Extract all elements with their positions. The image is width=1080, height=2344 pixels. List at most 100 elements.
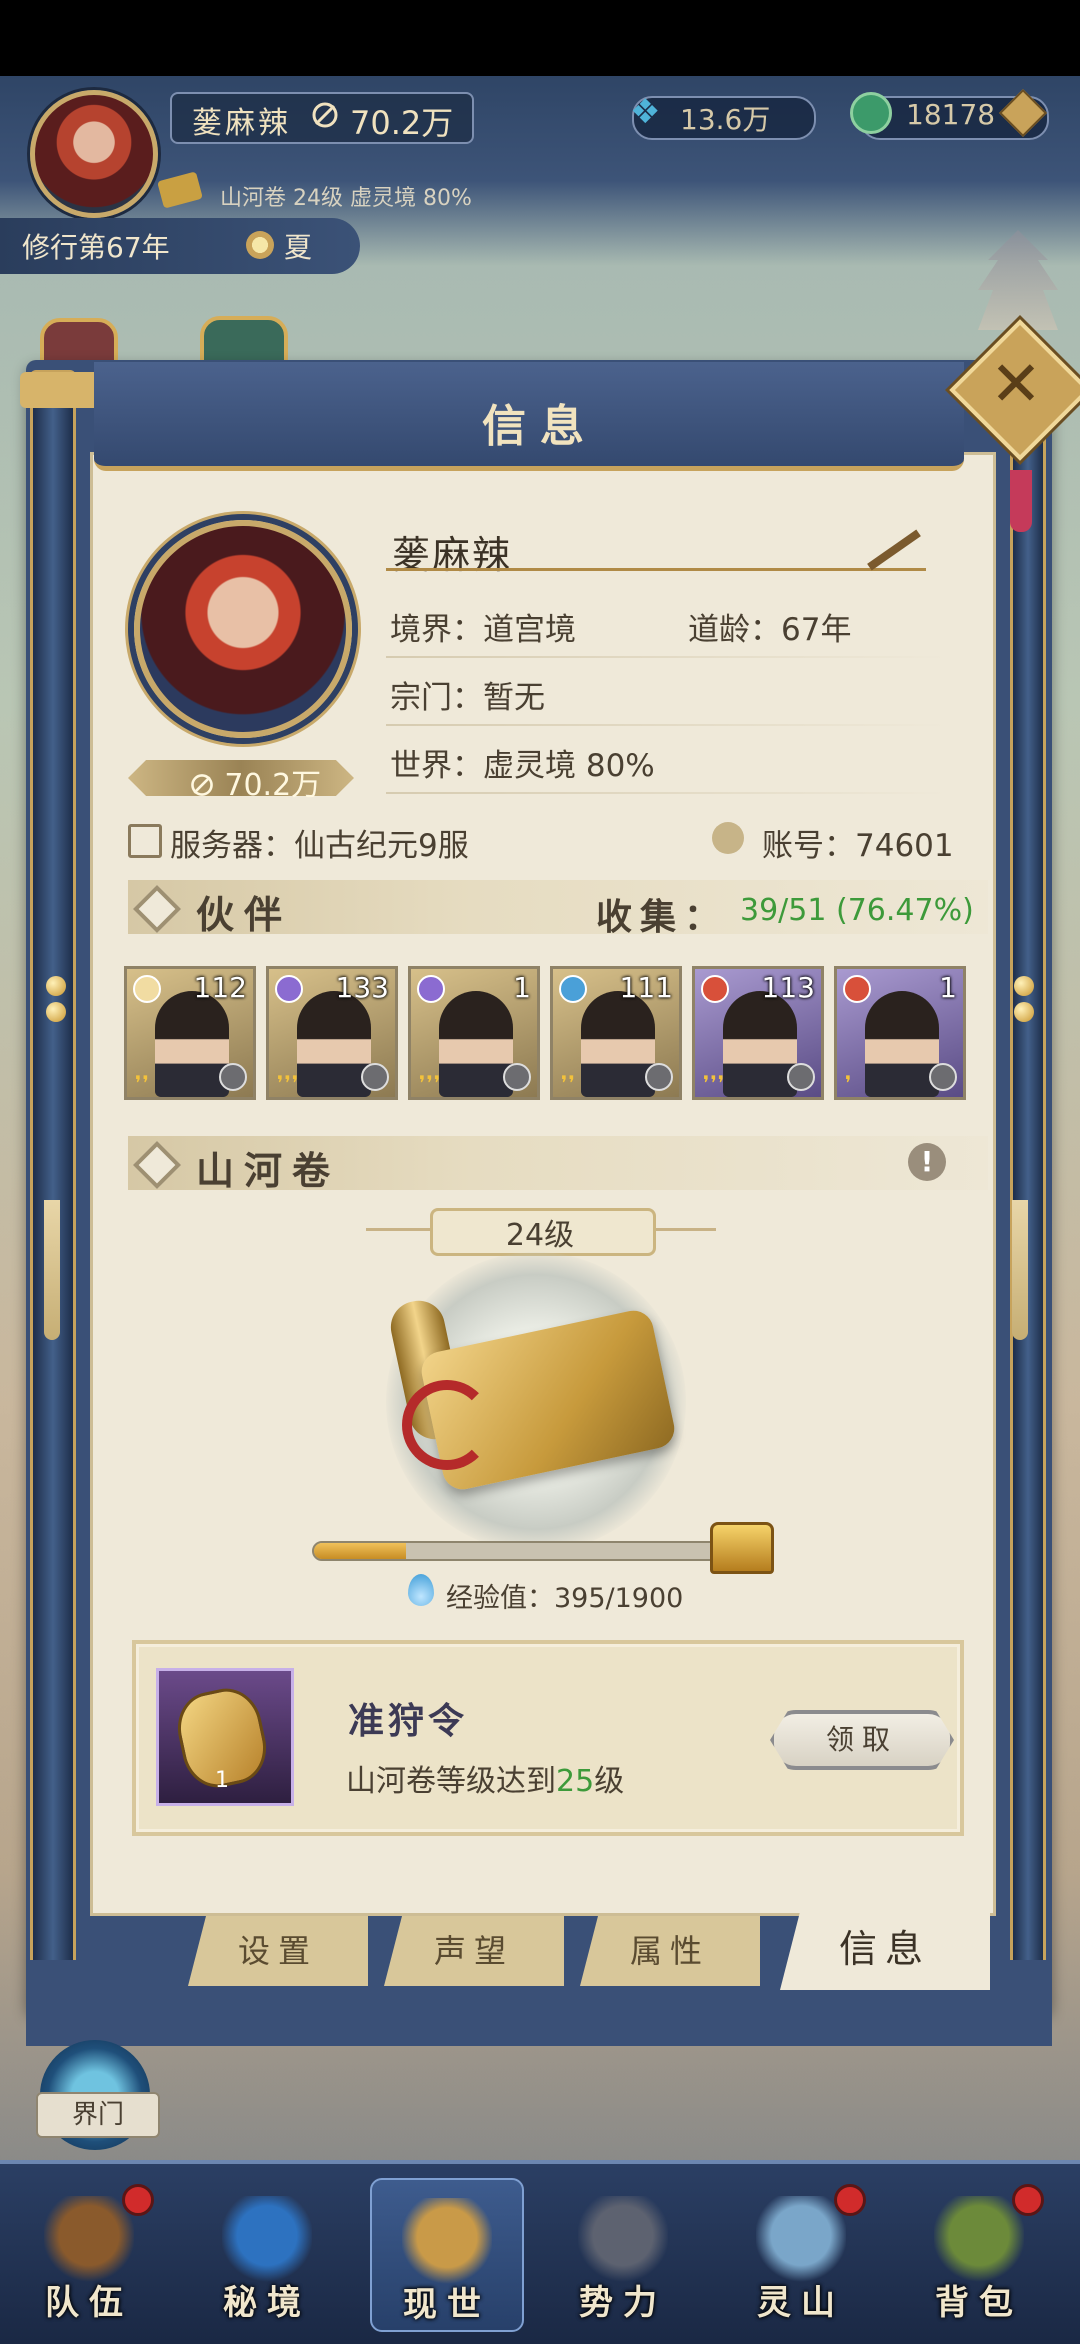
nav-item[interactable]: 队伍 [14, 2178, 164, 2328]
star-icon: ❜❜❜ [277, 1071, 300, 1095]
partner-portrait [723, 991, 797, 1097]
scroll-world-info: 山河卷 24级 虚灵境 80% [220, 186, 472, 211]
element-icon [701, 975, 729, 1003]
notification-dot [1012, 2184, 1044, 2216]
jade-value: 18178 [906, 98, 996, 131]
cultivation-year: 修行第67年 [22, 231, 170, 264]
partner-level: 112 [193, 971, 247, 1004]
name-underline [386, 562, 926, 571]
account-label: 账号：74601 [762, 828, 954, 864]
bead-ornament [1014, 976, 1034, 996]
spirit-stone-value: 13.6万 [680, 103, 771, 136]
bead-ornament [46, 976, 66, 996]
player-name: 蓌麻辣 [192, 106, 291, 141]
tab-reputation[interactable]: 声望 [384, 1916, 564, 1986]
nav-item[interactable]: 秘境 [192, 2178, 342, 2328]
profile-power: 70.2万 [160, 760, 350, 804]
star-icon: ❜❜❜ [419, 1071, 442, 1095]
element-icon [843, 975, 871, 1003]
partner-card[interactable]: 133 ❜❜❜ [266, 966, 398, 1100]
notification-dot [122, 2184, 154, 2216]
nav-art-icon [44, 2196, 134, 2284]
partner-card[interactable]: 113 ❜❜❜ [692, 966, 824, 1100]
scroll-rail-left [30, 370, 76, 1996]
nav-item[interactable]: 势力 [548, 2178, 698, 2328]
info-icon[interactable]: ! [908, 1143, 946, 1181]
nav-label: 背包 [935, 2283, 1023, 2323]
partner-card[interactable]: 1 ❜❜❜ [408, 966, 540, 1100]
partner-level: 133 [335, 971, 389, 1004]
partner-card[interactable]: 111 ❜❜ [550, 966, 682, 1100]
exp-label: 经验值：395/1900 [446, 1583, 684, 1614]
server-icon [128, 824, 162, 858]
power-icon [310, 100, 340, 130]
quest-reward-count: 1 [215, 1768, 229, 1793]
star-icon: ❜❜ [561, 1071, 576, 1095]
nav-art-icon [578, 2196, 668, 2284]
collect-value: 39/51 (76.47%) [740, 893, 974, 928]
partner-card[interactable]: 1 ❜ [834, 966, 966, 1100]
divider [386, 792, 946, 794]
quest-desc-prefix: 山河卷等级达到 [346, 1764, 556, 1799]
element-icon [275, 975, 303, 1003]
collect-label: 收集： [596, 896, 729, 938]
partners-title: 伙伴 [196, 892, 293, 937]
partner-level: 1 [939, 971, 957, 1004]
chest-icon[interactable] [710, 1522, 774, 1574]
nav-item[interactable]: 背包 [904, 2178, 1054, 2328]
divider [386, 724, 946, 726]
close-icon[interactable]: ✕ [980, 348, 1052, 420]
tab-attributes[interactable]: 属性 [580, 1916, 760, 1986]
sect-label: 宗门：暂无 [390, 680, 545, 716]
nav-item[interactable]: 灵山 [726, 2178, 876, 2328]
profile-power-value: 70.2万 [224, 768, 322, 803]
class-badge-icon [219, 1063, 247, 1091]
nav-item[interactable]: 现世 [370, 2178, 524, 2332]
element-icon [133, 975, 161, 1003]
nav-art-icon [402, 2198, 492, 2286]
quest-description: 山河卷等级达到25级 [346, 1756, 624, 1800]
server-label: 服务器：仙古纪元9服 [170, 828, 469, 864]
element-icon [559, 975, 587, 1003]
claim-button[interactable]: 领取 [770, 1710, 954, 1770]
notification-dot [834, 2184, 866, 2216]
divider [386, 656, 946, 658]
rail-cap [20, 372, 100, 408]
ribbon-icon [402, 1380, 492, 1470]
spirit-stone-icon: ❖ [630, 92, 661, 132]
tassel-left [44, 1200, 60, 1340]
class-badge-icon [929, 1063, 957, 1091]
exp-flame-icon [408, 1574, 434, 1606]
exp-progress-fill [314, 1543, 406, 1559]
partner-portrait [297, 991, 371, 1097]
partner-card[interactable]: 112 ❜❜ [124, 966, 256, 1100]
profile-avatar [134, 520, 352, 738]
player-avatar[interactable] [30, 90, 158, 218]
tassel-red [1010, 470, 1032, 532]
star-icon: ❜❜ [135, 1071, 150, 1095]
class-badge-icon [645, 1063, 673, 1091]
player-power: 70.2万 [350, 104, 454, 142]
age-label: 道龄：67年 [688, 612, 852, 648]
partner-portrait [439, 991, 513, 1097]
class-badge-icon [787, 1063, 815, 1091]
tab-info[interactable]: 信息 [780, 1908, 990, 1990]
star-icon: ❜❜❜ [703, 1071, 726, 1095]
portal-label[interactable]: 界门 [36, 2092, 160, 2138]
partner-portrait [865, 991, 939, 1097]
nav-label: 队伍 [45, 2283, 133, 2323]
realm-label: 境界：道宫境 [390, 612, 576, 648]
quest-desc-value: 25 [556, 1764, 595, 1799]
exp-progress-bar [312, 1541, 756, 1561]
status-bar [0, 0, 1080, 76]
world-label: 世界：虚灵境 80% [390, 748, 655, 784]
tab-settings[interactable]: 设置 [188, 1916, 368, 1986]
season-icon [246, 231, 274, 259]
season-label: 夏 [284, 231, 313, 264]
nav-art-icon [222, 2196, 312, 2284]
element-icon [417, 975, 445, 1003]
tassel-right [1012, 1200, 1028, 1340]
partner-level: 111 [619, 971, 673, 1004]
class-badge-icon [361, 1063, 389, 1091]
nav-label: 灵山 [757, 2283, 845, 2323]
